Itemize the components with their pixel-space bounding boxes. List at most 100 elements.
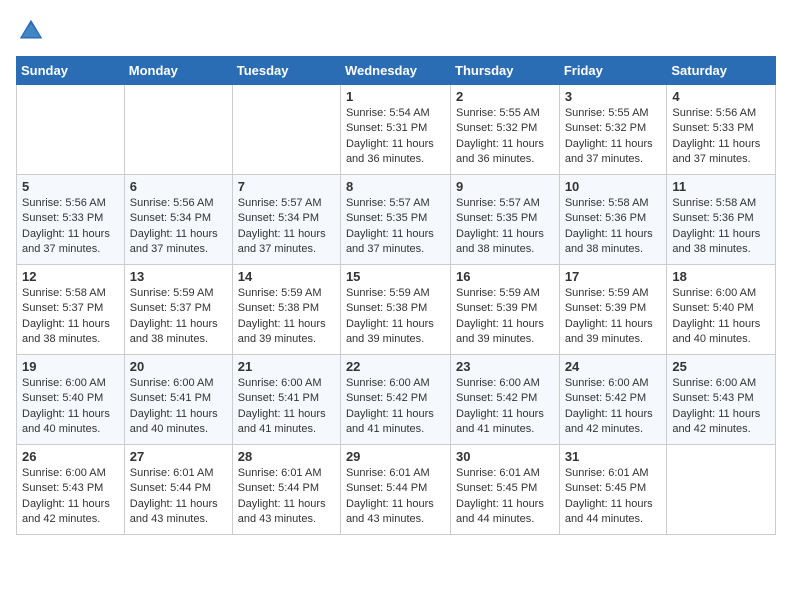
calendar-cell: 15Sunrise: 5:59 AM Sunset: 5:38 PM Dayli… [340,265,450,355]
cell-content: Sunrise: 5:59 AM Sunset: 5:37 PM Dayligh… [130,286,227,348]
day-number: 4 [672,89,770,104]
header-day: Friday [559,57,667,85]
cell-content: Sunrise: 5:54 AM Sunset: 5:31 PM Dayligh… [346,106,445,168]
day-number: 19 [22,359,119,374]
day-number: 16 [456,269,554,284]
day-number: 14 [238,269,335,284]
cell-content: Sunrise: 6:00 AM Sunset: 5:40 PM Dayligh… [22,376,119,438]
cell-content: Sunrise: 5:59 AM Sunset: 5:38 PM Dayligh… [238,286,335,348]
cell-content: Sunrise: 5:56 AM Sunset: 5:34 PM Dayligh… [130,196,227,258]
calendar-cell: 13 Sunrise: 5:59 AM Sunset: 5:37 PM Dayli… [124,265,232,355]
cell-content: Sunrise: 6:01 AM Sunset: 5:44 PM Dayligh… [346,466,445,528]
day-number: 9 [456,179,554,194]
header-day: Sunday [17,57,125,85]
calendar-cell: 31 Sunrise: 6:01 AM Sunset: 5:45 PM Dayli… [559,445,667,535]
cell-content: Sunrise: 6:00 AM Sunset: 5:42 PM Dayligh… [346,376,445,438]
calendar-week-row: 19 Sunrise: 6:00 AM Sunset: 5:40 PM Dayli… [17,355,776,445]
cell-content: Sunrise: 6:01 AM Sunset: 5:45 PM Dayligh… [456,466,554,528]
cell-content: Sunrise: 6:00 AM Sunset: 5:41 PM Dayligh… [238,376,335,438]
calendar-cell: 4 Sunrise: 5:56 AM Sunset: 5:33 PM Daylig… [667,85,776,175]
day-number: 2 [456,89,554,104]
cell-content: Sunrise: 5:58 AM Sunset: 5:37 PM Dayligh… [22,286,119,348]
cell-content: Sunrise: 6:00 AM Sunset: 5:43 PM Dayligh… [22,466,119,528]
calendar-cell: 29 Sunrise: 6:01 AM Sunset: 5:44 PM Dayli… [340,445,450,535]
calendar-week-row: 1 Sunrise: 5:54 AM Sunset: 5:31 PM Daylig… [17,85,776,175]
calendar-cell: 17 Sunrise: 5:59 AM Sunset: 5:39 PM Dayli… [559,265,667,355]
day-number: 29 [346,449,445,464]
day-number: 15 [346,269,445,284]
header-day: Thursday [451,57,560,85]
day-number: 24 [565,359,662,374]
calendar-cell: 5Sunrise: 5:56 AM Sunset: 5:33 PM Daylig… [17,175,125,265]
calendar-cell: 30Sunrise: 6:01 AM Sunset: 5:45 PM Dayli… [451,445,560,535]
calendar-cell: 27 Sunrise: 6:01 AM Sunset: 5:44 PM Dayli… [124,445,232,535]
cell-content: Sunrise: 5:59 AM Sunset: 5:39 PM Dayligh… [456,286,554,348]
header-day: Saturday [667,57,776,85]
day-number: 23 [456,359,554,374]
day-number: 27 [130,449,227,464]
calendar-cell: 11 Sunrise: 5:58 AM Sunset: 5:36 PM Dayli… [667,175,776,265]
calendar-cell: 8 Sunrise: 5:57 AM Sunset: 5:35 PM Daylig… [340,175,450,265]
cell-content: Sunrise: 5:58 AM Sunset: 5:36 PM Dayligh… [672,196,770,258]
day-number: 17 [565,269,662,284]
cell-content: Sunrise: 6:00 AM Sunset: 5:42 PM Dayligh… [456,376,554,438]
day-number: 8 [346,179,445,194]
day-number: 12 [22,269,119,284]
calendar-table: SundayMondayTuesdayWednesdayThursdayFrid… [16,56,776,535]
day-number: 6 [130,179,227,194]
calendar-week-row: 5Sunrise: 5:56 AM Sunset: 5:33 PM Daylig… [17,175,776,265]
calendar-cell: 25 Sunrise: 6:00 AM Sunset: 5:43 PM Dayli… [667,355,776,445]
calendar-cell: 10 Sunrise: 5:58 AM Sunset: 5:36 PM Dayli… [559,175,667,265]
header-row: SundayMondayTuesdayWednesdayThursdayFrid… [17,57,776,85]
cell-content: Sunrise: 6:00 AM Sunset: 5:40 PM Dayligh… [672,286,770,348]
day-number: 20 [130,359,227,374]
day-number: 25 [672,359,770,374]
cell-content: Sunrise: 5:57 AM Sunset: 5:34 PM Dayligh… [238,196,335,258]
cell-content: Sunrise: 6:01 AM Sunset: 5:44 PM Dayligh… [238,466,335,528]
day-number: 22 [346,359,445,374]
calendar-cell: 1 Sunrise: 5:54 AM Sunset: 5:31 PM Daylig… [340,85,450,175]
day-number: 11 [672,179,770,194]
cell-content: Sunrise: 5:55 AM Sunset: 5:32 PM Dayligh… [565,106,662,168]
cell-content: Sunrise: 5:58 AM Sunset: 5:36 PM Dayligh… [565,196,662,258]
logo-icon [16,16,46,46]
cell-content: Sunrise: 5:57 AM Sunset: 5:35 PM Dayligh… [346,196,445,258]
page-header [16,16,776,46]
cell-content: Sunrise: 6:01 AM Sunset: 5:45 PM Dayligh… [565,466,662,528]
calendar-cell [17,85,125,175]
day-number: 21 [238,359,335,374]
cell-content: Sunrise: 5:57 AM Sunset: 5:35 PM Dayligh… [456,196,554,258]
calendar-week-row: 26 Sunrise: 6:00 AM Sunset: 5:43 PM Dayli… [17,445,776,535]
calendar-cell: 7 Sunrise: 5:57 AM Sunset: 5:34 PM Daylig… [232,175,340,265]
cell-content: Sunrise: 5:59 AM Sunset: 5:39 PM Dayligh… [565,286,662,348]
calendar-cell: 14 Sunrise: 5:59 AM Sunset: 5:38 PM Dayli… [232,265,340,355]
calendar-cell: 6 Sunrise: 5:56 AM Sunset: 5:34 PM Daylig… [124,175,232,265]
calendar-cell [667,445,776,535]
day-number: 31 [565,449,662,464]
cell-content: Sunrise: 6:00 AM Sunset: 5:43 PM Dayligh… [672,376,770,438]
day-number: 26 [22,449,119,464]
calendar-cell: 9 Sunrise: 5:57 AM Sunset: 5:35 PM Daylig… [451,175,560,265]
calendar-week-row: 12 Sunrise: 5:58 AM Sunset: 5:37 PM Dayli… [17,265,776,355]
header-day: Tuesday [232,57,340,85]
day-number: 1 [346,89,445,104]
calendar-cell: 2Sunrise: 5:55 AM Sunset: 5:32 PM Daylig… [451,85,560,175]
calendar-cell: 28Sunrise: 6:01 AM Sunset: 5:44 PM Dayli… [232,445,340,535]
calendar-cell: 18 Sunrise: 6:00 AM Sunset: 5:40 PM Dayli… [667,265,776,355]
calendar-cell: 26 Sunrise: 6:00 AM Sunset: 5:43 PM Dayli… [17,445,125,535]
calendar-cell [232,85,340,175]
logo [16,16,50,46]
day-number: 18 [672,269,770,284]
day-number: 10 [565,179,662,194]
header-day: Wednesday [340,57,450,85]
calendar-cell: 16 Sunrise: 5:59 AM Sunset: 5:39 PM Dayli… [451,265,560,355]
cell-content: Sunrise: 5:56 AM Sunset: 5:33 PM Dayligh… [672,106,770,168]
day-number: 7 [238,179,335,194]
calendar-cell: 12 Sunrise: 5:58 AM Sunset: 5:37 PM Dayli… [17,265,125,355]
cell-content: Sunrise: 6:00 AM Sunset: 5:41 PM Dayligh… [130,376,227,438]
day-number: 13 [130,269,227,284]
calendar-cell: 21 Sunrise: 6:00 AM Sunset: 5:41 PM Dayli… [232,355,340,445]
calendar-cell: 3Sunrise: 5:55 AM Sunset: 5:32 PM Daylig… [559,85,667,175]
cell-content: Sunrise: 5:56 AM Sunset: 5:33 PM Dayligh… [22,196,119,258]
cell-content: Sunrise: 6:01 AM Sunset: 5:44 PM Dayligh… [130,466,227,528]
